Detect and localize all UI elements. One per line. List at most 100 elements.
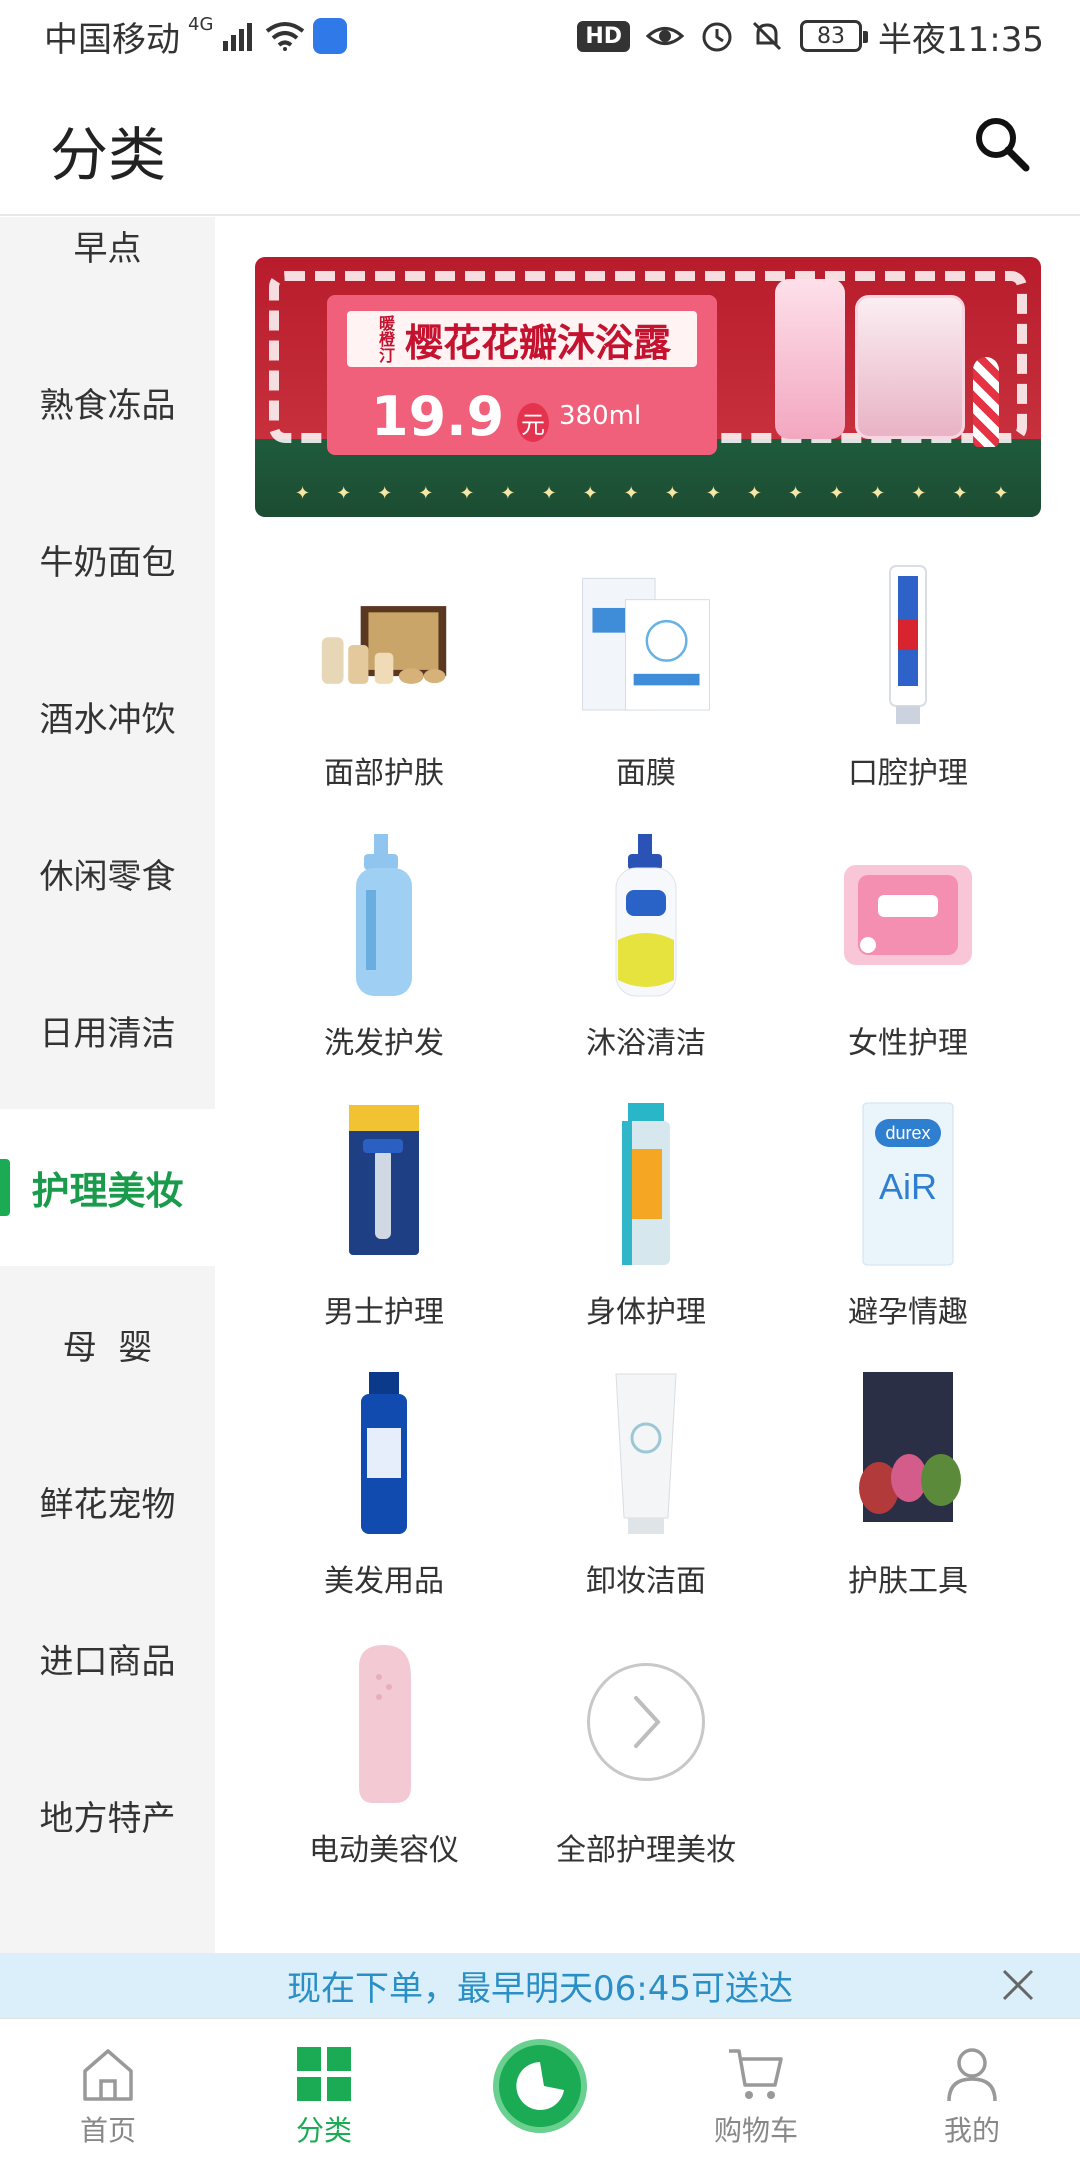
toothpaste-icon (838, 560, 978, 730)
category-beauty-tools[interactable]: 护肤工具 (777, 1368, 1039, 1608)
category-label: 面部护肤 (324, 756, 444, 791)
nav-cart[interactable]: 购物车 (648, 2019, 864, 2160)
cart-icon (729, 2049, 783, 2099)
security-shield-icon (313, 18, 348, 54)
sidebar-item-label: 熟食冻品 (39, 386, 176, 426)
category-sidebar[interactable]: 早点 熟食冻品 牛奶面包 酒水冲饮 休闲零食 日用清洁 护理美妆 母 婴 鲜花宠… (0, 217, 215, 1953)
category-label: 美发用品 (324, 1564, 444, 1599)
sidebar-item-drinks[interactable]: 酒水冲饮 (0, 638, 215, 795)
brand-icon (516, 2062, 564, 2110)
alarm-icon (702, 22, 732, 52)
view-all-thumb (576, 1637, 716, 1807)
network-type: 4G (188, 13, 214, 35)
clock: 半夜11:35 (878, 19, 1044, 60)
sidebar-item-mother-baby[interactable]: 母 婴 (0, 1266, 215, 1423)
svg-text:durex: durex (885, 1123, 930, 1143)
sidebar-item-snacks[interactable]: 休闲零食 (0, 795, 215, 952)
sidebar-item-label: 母 婴 (62, 1328, 153, 1368)
nav-label: 首页 (79, 2114, 136, 2147)
close-icon[interactable] (1000, 1967, 1036, 2003)
category-hair-products[interactable]: 美发用品 (253, 1368, 515, 1608)
banner-currency: 元 (517, 403, 549, 442)
nav-profile[interactable]: 我的 (864, 2019, 1080, 2160)
promo-banner[interactable]: 暖橙汀 樱花花瓣沐浴露 19.9 元 380ml ✦✦✦✦✦✦✦✦✦✦✦✦✦✦✦… (255, 257, 1041, 517)
banner-title: 暖橙汀 樱花花瓣沐浴露 (347, 311, 697, 367)
chevron-right-icon (587, 1663, 705, 1781)
category-contraception[interactable]: durex AiR 避孕情趣 (777, 1099, 1039, 1339)
category-label: 口腔护理 (848, 756, 968, 791)
banner-sparkles-decoration: ✦✦✦✦✦✦✦✦✦✦✦✦✦✦✦✦✦✦✦✦ (295, 483, 1015, 503)
nav-category[interactable]: 分类 (216, 2019, 432, 2160)
skincare-set-icon (314, 560, 454, 730)
status-bar: 中国移动 4G HD 83 半夜11:35 (0, 0, 1080, 72)
sidebar-item-flowers-pets[interactable]: 鲜花宠物 (0, 1423, 215, 1580)
face-brush-icon (314, 1637, 454, 1807)
page-title: 分类 (50, 121, 167, 189)
cleanser-tube-icon (576, 1368, 716, 1538)
beauty-sponge-icon (838, 1368, 978, 1538)
sidebar-item-label: 地方特产 (39, 1799, 176, 1839)
category-hair-care[interactable]: 洗发护发 (253, 830, 515, 1070)
nav-label: 分类 (295, 2114, 352, 2147)
sidebar-item-deli-frozen[interactable]: 熟食冻品 (0, 324, 215, 481)
sidebar-item-beauty-care[interactable]: 护理美妆 (0, 1109, 215, 1266)
banner-brand: 暖橙汀 (375, 315, 395, 363)
delivery-notice: 现在下单，最早明天06:45可送达 (0, 1953, 1080, 2018)
svg-text:AiR: AiR (879, 1166, 937, 1207)
category-label: 沐浴清洁 (586, 1026, 706, 1061)
category-label: 洗发护发 (324, 1026, 444, 1061)
sidebar-item-local-specialty[interactable]: 地方特产 (0, 1737, 215, 1894)
category-oral-care[interactable]: 口腔护理 (777, 560, 1039, 800)
active-indicator (0, 1159, 10, 1216)
sidebar-item-breakfast[interactable]: 早点 (0, 217, 215, 324)
bottom-navigation: 首页 分类 购物车 我的 (0, 2018, 1080, 2160)
category-label: 避孕情趣 (848, 1295, 968, 1330)
hd-badge: HD (577, 20, 631, 52)
wifi-icon (266, 22, 305, 51)
category-label: 护肤工具 (848, 1564, 968, 1599)
sidebar-item-label: 护理美妆 (31, 1169, 184, 1213)
nav-label: 购物车 (713, 2114, 798, 2147)
body-wash-icon (576, 830, 716, 1000)
razor-icon (314, 1099, 454, 1269)
home-icon (83, 2049, 133, 2101)
grid-icon (297, 2047, 351, 2101)
category-feminine-care[interactable]: 女性护理 (777, 830, 1039, 1070)
user-icon (947, 2048, 997, 2102)
nav-home[interactable]: 首页 (0, 2019, 216, 2160)
category-label: 身体护理 (586, 1295, 706, 1330)
gift-box-icon (855, 295, 965, 439)
sidebar-item-label: 酒水冲饮 (39, 700, 176, 740)
category-label: 女性护理 (848, 1026, 968, 1061)
category-facial-skincare[interactable]: 面部护肤 (253, 560, 515, 800)
sidebar-item-label: 日用清洁 (39, 1014, 176, 1054)
search-icon[interactable] (968, 110, 1036, 178)
mute-bell-icon (752, 21, 782, 51)
brand-center-button[interactable] (493, 2039, 587, 2133)
category-face-mask[interactable]: 面膜 (515, 560, 777, 800)
category-view-all-beauty[interactable]: 全部护理美妆 (515, 1637, 777, 1877)
category-makeup-remover[interactable]: 卸妆洁面 (515, 1368, 777, 1608)
category-label: 全部护理美妆 (556, 1833, 736, 1868)
category-label: 电动美容仪 (309, 1833, 459, 1868)
banner-volume: 380ml (559, 401, 642, 431)
battery-indicator: 83 (800, 20, 869, 52)
banner-price-card: 暖橙汀 樱花花瓣沐浴露 19.9 元 380ml (327, 295, 717, 455)
sidebar-item-imported[interactable]: 进口商品 (0, 1580, 215, 1737)
category-label: 面膜 (616, 756, 676, 791)
category-label: 男士护理 (324, 1295, 444, 1330)
category-body-wash[interactable]: 沐浴清洁 (515, 830, 777, 1070)
carrier-name: 中国移动 (44, 19, 180, 60)
sidebar-item-cleaning[interactable]: 日用清洁 (0, 952, 215, 1109)
top-header: 分类 (0, 72, 1080, 216)
banner-price: 19.9 (371, 385, 505, 448)
candy-cane-icon (973, 357, 999, 447)
sidebar-item-label: 早点 (73, 229, 142, 269)
shampoo-icon (314, 830, 454, 1000)
category-men-care[interactable]: 男士护理 (253, 1099, 515, 1339)
sidebar-item-milk-bread[interactable]: 牛奶面包 (0, 481, 215, 638)
category-electric-beauty-device[interactable]: 电动美容仪 (253, 1637, 515, 1877)
signal-icon (223, 23, 253, 51)
sidebar-item-label: 鲜花宠物 (39, 1485, 176, 1525)
category-body-care[interactable]: 身体护理 (515, 1099, 777, 1339)
